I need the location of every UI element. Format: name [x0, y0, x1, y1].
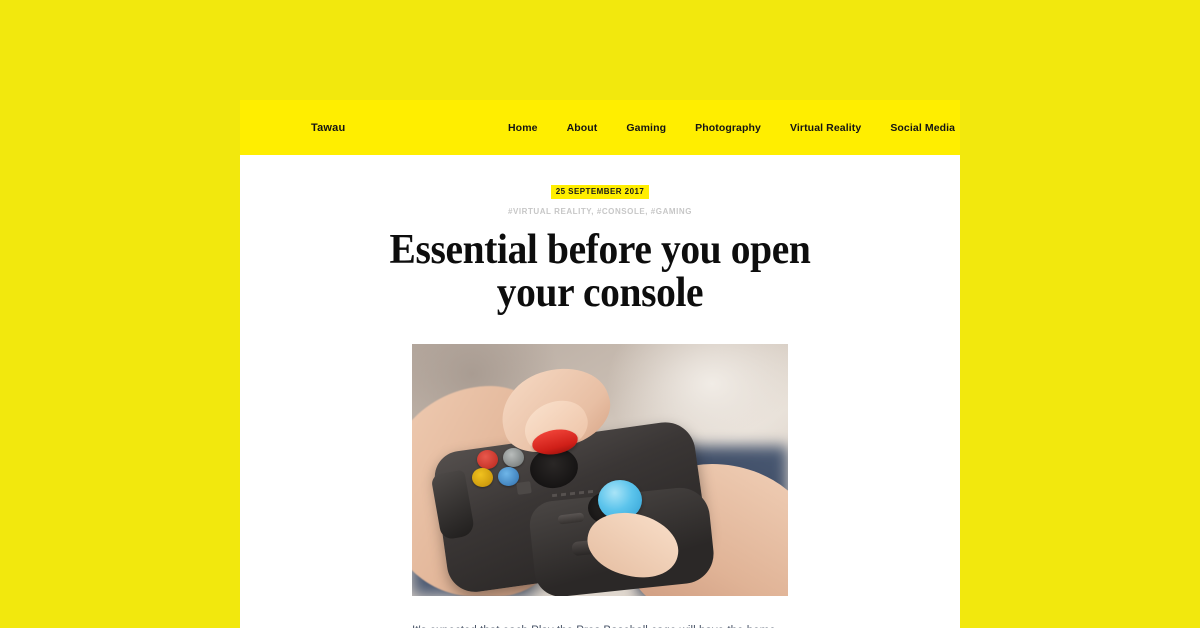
page-root: Tawau Home About Gaming Photography Virt…: [0, 0, 1200, 628]
photo-dpad: [516, 481, 532, 495]
site-logo[interactable]: Tawau: [311, 122, 345, 134]
photo-button-gray: [503, 448, 524, 467]
post-date-badge: 25 SEPTEMBER 2017: [550, 185, 650, 199]
nav-item-home[interactable]: Home: [508, 122, 538, 134]
photo-button-red: [477, 450, 498, 469]
article: 25 SEPTEMBER 2017 #VIRTUAL REALITY, #CON…: [240, 155, 960, 628]
post-tags[interactable]: #VIRTUAL REALITY, #CONSOLE, #GAMING: [240, 207, 960, 216]
nav-item-gaming[interactable]: Gaming: [626, 122, 666, 134]
site-header: Tawau Home About Gaming Photography Virt…: [240, 100, 960, 155]
nav-item-photography[interactable]: Photography: [695, 122, 761, 134]
nav-item-about[interactable]: About: [567, 122, 598, 134]
article-body: It's expected that each Play the Pros Ba…: [412, 622, 788, 628]
main-navigation: Home About Gaming Photography Virtual Re…: [508, 120, 960, 136]
nav-item-social-media[interactable]: Social Media: [890, 122, 955, 134]
post-date-wrapper: 25 SEPTEMBER 2017: [240, 182, 960, 199]
nav-item-virtual-reality[interactable]: Virtual Reality: [790, 122, 861, 134]
photo-button-yellow: [472, 468, 493, 487]
content-panel: Tawau Home About Gaming Photography Virt…: [240, 100, 960, 628]
page-title: Essential before you open your console: [389, 227, 811, 316]
featured-image: [412, 344, 788, 596]
